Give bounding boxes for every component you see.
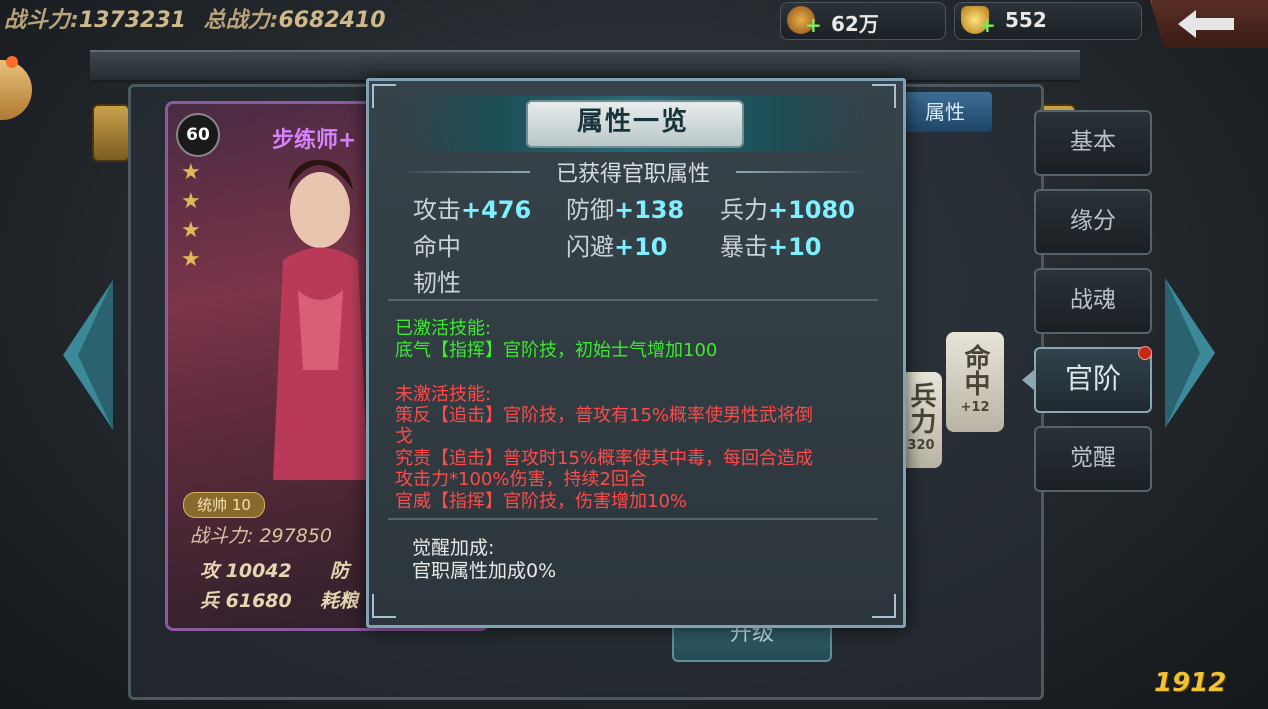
prev-hero-arrow-icon[interactable] (58, 280, 118, 430)
stat-label: 攻击 (413, 196, 461, 224)
add-ingot-icon[interactable]: + (979, 15, 996, 35)
atk-label: 攻 (200, 560, 220, 582)
attributes-tab[interactable]: 属性 (898, 92, 992, 132)
coin-value: 62万 (831, 12, 879, 36)
corner-ornament (372, 84, 396, 108)
site-watermark-logo: 1912 (1154, 668, 1227, 698)
hero-portrait (273, 160, 368, 480)
divider (388, 299, 878, 301)
star-icon: ★ (181, 160, 201, 185)
tab-awaken[interactable]: 觉醒 (1034, 426, 1152, 492)
tab-basic[interactable]: 基本 (1034, 110, 1152, 176)
corner-ornament (872, 84, 896, 108)
inactive-skill-line: 攻击力*100%伤害，持续2回合 (395, 469, 647, 490)
side-badge[interactable] (0, 56, 32, 120)
stat-dodge: 闪避+10 (566, 227, 668, 262)
inactive-skill-line: 究责【追击】普攻时15%概率使其中毒，每回合造成 (395, 448, 814, 469)
stat-label: 兵力 (720, 196, 768, 224)
combat-power-label: 战斗力: (4, 8, 79, 33)
card-power-value: 297850 (259, 525, 332, 547)
card-power: 战斗力: 297850 (190, 521, 332, 548)
stat-value: +10 (614, 233, 668, 261)
ingot-resource[interactable]: + 552 (954, 2, 1142, 40)
total-power-value: 6682410 (278, 8, 386, 33)
stat-label: 防御 (566, 196, 614, 224)
inactive-skill-line: 策反【追击】官阶技，普攻有15%概率使男性武将倒 (395, 405, 814, 426)
rank-badge: 统帅 10 (183, 492, 265, 518)
def-label: 防 (330, 560, 350, 582)
troops-chip-label: 兵力 (906, 382, 936, 434)
hp-label: 兵 (200, 590, 220, 612)
combat-power-display: 战斗力:1373231 总战力:6682410 (4, 2, 386, 34)
ingot-value: 552 (1005, 8, 1047, 32)
total-power-label: 总战力: (203, 8, 279, 33)
active-skills-heading: 已激活技能: (395, 318, 492, 339)
atk-stat: 攻 10042 (200, 556, 292, 583)
stat-value: +1080 (768, 196, 855, 224)
inactive-skill-line: 戈 (395, 426, 413, 447)
back-arrow-icon (1178, 10, 1234, 38)
hit-attribute-chip[interactable]: 命中 +12 (946, 332, 1004, 432)
notification-dot (6, 56, 18, 68)
stat-value: +138 (614, 196, 685, 224)
food-label: 耗粮 (320, 590, 359, 612)
troops-attribute-chip[interactable]: 兵力 320 (900, 372, 942, 468)
obtained-attributes-heading: 已获得官职属性 (555, 162, 710, 187)
corner-ornament (872, 594, 896, 618)
star-icon: ★ (181, 218, 201, 243)
left-lantern-icon (92, 104, 130, 162)
stat-value: +10 (768, 233, 822, 261)
tab-war-soul[interactable]: 战魂 (1034, 268, 1152, 334)
star-icon: ★ (181, 247, 201, 272)
stat-toughness: 韧性 (413, 263, 461, 298)
tab-fate[interactable]: 缘分 (1034, 189, 1152, 255)
coin-resource[interactable]: + 62万 (780, 2, 946, 40)
hit-chip-label: 命中 (960, 344, 990, 396)
stat-value: +476 (461, 196, 532, 224)
stat-crit: 暴击+10 (720, 227, 822, 262)
card-power-label: 战斗力: (190, 525, 254, 547)
stat-label: 闪避 (566, 233, 614, 261)
hit-chip-value: +12 (960, 400, 990, 415)
stat-attack: 攻击+476 (413, 190, 531, 225)
stat-label: 韧性 (413, 269, 461, 297)
stat-troops: 兵力+1080 (720, 190, 855, 225)
star-icon: ★ (181, 189, 201, 214)
inactive-skill-line: 官威【指挥】官阶技，伤害增加10% (395, 491, 688, 512)
active-skill-item: 底气【指挥】官阶技，初始士气增加100 (395, 340, 718, 361)
troops-chip-value: 320 (907, 438, 935, 453)
corner-ornament (372, 594, 396, 618)
hp-stat: 兵 61680 (200, 586, 292, 613)
inactive-skills-heading: 未激活技能: (395, 384, 492, 405)
atk-value: 10042 (225, 560, 292, 582)
stat-label: 命中 (413, 233, 461, 261)
add-coin-icon[interactable]: + (805, 15, 822, 35)
hp-value: 61680 (225, 590, 292, 612)
awaken-bonus-text: 官职属性加成0% (412, 560, 557, 582)
next-hero-arrow-icon[interactable] (1160, 278, 1220, 428)
combat-power-value: 1373231 (78, 8, 186, 33)
divider (388, 518, 878, 520)
stat-defense: 防御+138 (566, 190, 684, 225)
stat-label: 暴击 (720, 233, 768, 261)
active-tab-pointer (1022, 370, 1034, 390)
modal-title: 属性一览 (576, 107, 689, 137)
stat-hit: 命中 (413, 227, 461, 262)
tab-rank[interactable]: 官阶 (1034, 347, 1152, 413)
hero-level: 60 (176, 113, 220, 157)
hero-name: 步练师+ (272, 128, 357, 153)
rank-notification-dot (1138, 346, 1152, 360)
awaken-bonus-heading: 觉醒加成: (412, 537, 495, 559)
